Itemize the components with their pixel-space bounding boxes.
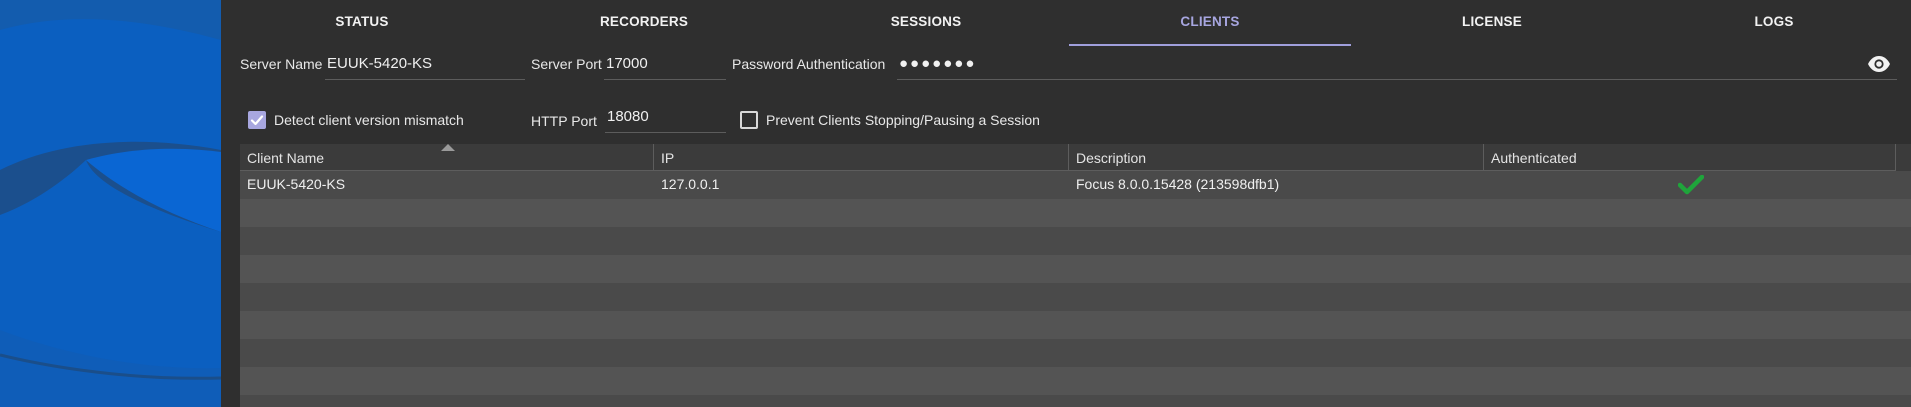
table-header: Client Name IP Description Authenticated [240, 144, 1911, 171]
table-row-empty [240, 339, 1911, 367]
tab-status[interactable]: STATUS [221, 0, 503, 46]
server-port-label: Server Port [531, 56, 602, 72]
detect-mismatch-label: Detect client version mismatch [274, 112, 464, 128]
server-name-input[interactable]: EUUK-5420-KS [325, 50, 525, 80]
tab-license[interactable]: LICENSE [1351, 0, 1633, 46]
brand-panel [0, 0, 221, 407]
cell-description: Focus 8.0.0.15428 (213598dfb1) [1076, 176, 1280, 192]
cell-ip: 127.0.0.1 [661, 176, 720, 192]
tab-logs[interactable]: LOGS [1633, 0, 1911, 46]
table-row-empty [240, 367, 1911, 395]
server-name-label: Server Name [240, 56, 323, 72]
http-port-input[interactable]: 18080 [605, 103, 726, 133]
server-port-input[interactable]: 17000 [604, 50, 726, 80]
tab-bar: STATUS RECORDERS SESSIONS CLIENTS LICENS… [221, 0, 1911, 46]
http-port-label: HTTP Port [531, 113, 597, 129]
cell-client-name: EUUK-5420-KS [247, 176, 346, 192]
password-input[interactable]: ●●●●●●● [897, 50, 1897, 80]
table-row-empty [240, 311, 1911, 339]
brand-logo-graphic [0, 0, 221, 407]
tab-recorders[interactable]: RECORDERS [503, 0, 785, 46]
main-panel: STATUS RECORDERS SESSIONS CLIENTS LICENS… [221, 0, 1911, 407]
table-row-empty [240, 199, 1911, 227]
table-row-empty [240, 395, 1911, 407]
table-row-empty [240, 255, 1911, 283]
tab-clients[interactable]: CLIENTS [1069, 0, 1351, 46]
table-row-empty [240, 283, 1911, 311]
column-header-authenticated[interactable]: Authenticated [1484, 144, 1896, 171]
tab-sessions[interactable]: SESSIONS [785, 0, 1067, 46]
eye-icon[interactable] [1867, 54, 1891, 74]
table-row-empty [240, 227, 1911, 255]
sort-ascending-icon [441, 144, 455, 151]
checkmark-icon [1678, 175, 1704, 195]
column-header-description[interactable]: Description [1069, 144, 1484, 171]
clients-table: Client Name IP Description Authenticated… [240, 144, 1911, 407]
table-row[interactable]: EUUK-5420-KS 127.0.0.1 Focus 8.0.0.15428… [240, 171, 1911, 199]
password-authentication-label: Password Authentication [732, 56, 886, 72]
column-header-ip[interactable]: IP [654, 144, 1069, 171]
prevent-stopping-checkbox[interactable] [740, 111, 758, 129]
checkbox-check-icon [250, 115, 264, 126]
detect-mismatch-checkbox[interactable] [248, 111, 266, 129]
prevent-stopping-label: Prevent Clients Stopping/Pausing a Sessi… [766, 112, 1040, 128]
